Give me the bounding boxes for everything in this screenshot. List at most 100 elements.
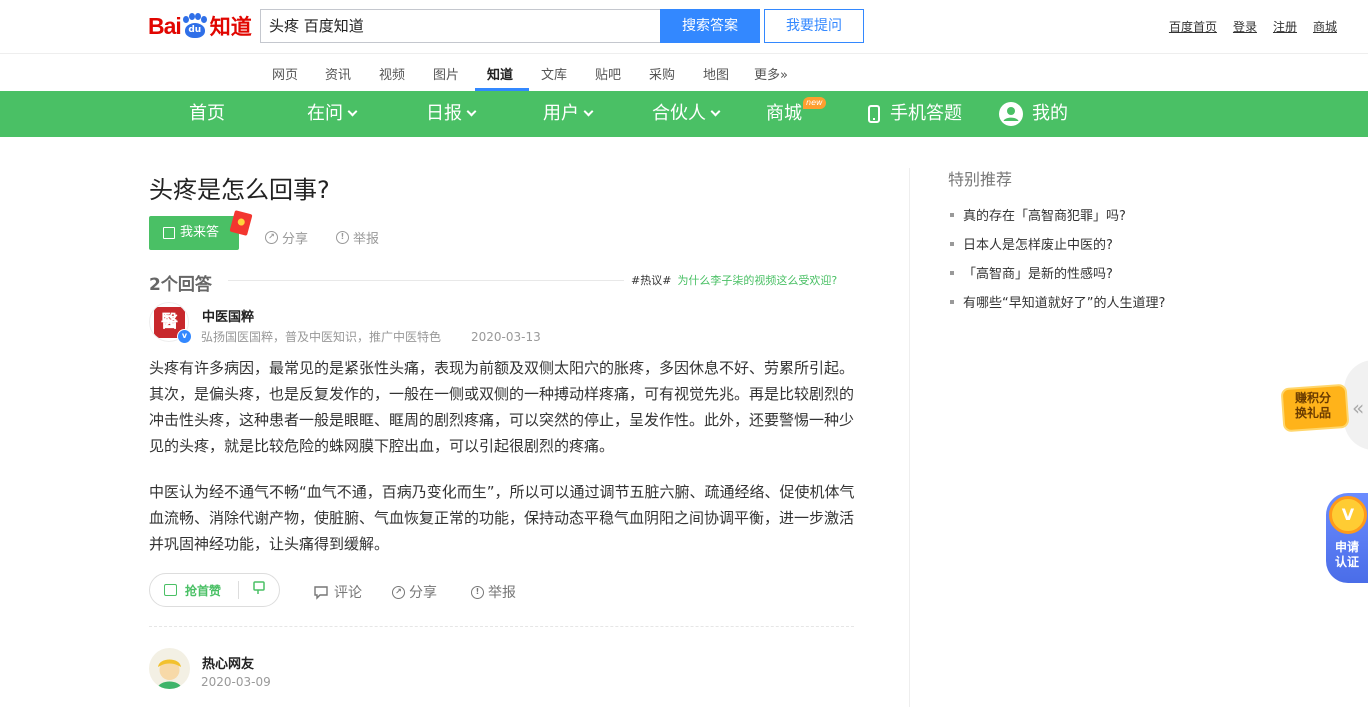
recommend-item-label: 「高智商」是新的性感吗? [963, 267, 1113, 282]
chevron-down-icon [347, 106, 358, 117]
channel-tieba[interactable]: 贴吧 [595, 64, 621, 83]
phone-icon [868, 105, 880, 123]
channel-image[interactable]: 图片 [433, 64, 459, 83]
search-button[interactable]: 搜索答案 [660, 9, 760, 43]
chevron-down-icon [583, 106, 594, 117]
answer-share-button[interactable]: ↗ 分享 [392, 582, 437, 602]
nav-daily-label: 日报 [426, 103, 462, 124]
nav-user[interactable]: 用户 [543, 91, 594, 137]
channel-nav: 网页 资讯 视频 图片 知道 文库 贴吧 采购 地图 更多» [0, 54, 1368, 91]
red-envelope-icon [229, 210, 253, 236]
answer-report-button[interactable]: ! 举报 [471, 582, 516, 602]
comment-button[interactable]: 评论 [313, 582, 362, 602]
chevron-down-icon [710, 106, 721, 117]
answer-divider [149, 626, 854, 627]
recommend-item[interactable]: 「高智商」是新的性感吗? [950, 263, 1113, 282]
answer-paragraph: 中医认为经不通气不畅“血气不通，百病乃变化而生”，所以可以通过调节五脏六腑、疏通… [149, 483, 855, 553]
answer-author[interactable]: 中医国粹 [202, 306, 254, 325]
recommend-item[interactable]: 真的存在「高智商犯罪」吗? [950, 205, 1126, 224]
report-icon: ! [336, 231, 349, 244]
thumbs-up-icon [164, 584, 177, 596]
earn-points-line2: 换礼品 [1295, 406, 1332, 420]
logo-du-text: du [184, 23, 205, 38]
comment-label: 评论 [334, 585, 362, 601]
question-report-label: 举报 [353, 232, 380, 247]
new-badge: new [803, 97, 826, 109]
nav-asking[interactable]: 在问 [307, 91, 358, 137]
link-mall[interactable]: 商城 [1313, 18, 1337, 35]
vote-control: 抢首赞 [149, 573, 280, 607]
recommend-item[interactable]: 有哪些“早知道就好了”的人生道理? [950, 292, 1165, 311]
recommend-item-label: 有哪些“早知道就好了”的人生道理? [963, 296, 1166, 311]
answer-report-label: 举报 [488, 585, 516, 601]
sidebar-divider [909, 168, 910, 707]
ask-question-button[interactable]: 我要提问 [764, 9, 864, 43]
hot-topic[interactable]: #热议# 为什么李子柒的视频这么受欢迎? [631, 272, 837, 288]
question-title: 头疼是怎么回事? [149, 176, 330, 204]
report-icon: ! [471, 585, 484, 599]
logo-bai-text: Bai [148, 12, 182, 39]
nav-mall-label: 商城 [766, 103, 802, 124]
nav-mine[interactable]: 我的 [999, 91, 1068, 137]
earn-points-label: 赚积分 换礼品 [1295, 391, 1331, 421]
channel-more[interactable]: 更多» [754, 64, 788, 83]
channel-wenku[interactable]: 文库 [541, 64, 567, 83]
answer-paragraph: 头疼有许多病因，最常见的是紧张性头痛，表现为前额及双侧太阳穴的胀疼，多因休息不好… [149, 359, 855, 455]
double-chevron-left-icon[interactable]: « [1352, 396, 1364, 420]
question-share[interactable]: ↗ 分享 [265, 228, 308, 247]
dislike-button[interactable] [239, 581, 279, 599]
baidu-zhidao-logo[interactable]: Bai du 知道 [148, 8, 252, 44]
link-login[interactable]: 登录 [1233, 18, 1257, 35]
channel-web[interactable]: 网页 [272, 64, 298, 83]
hot-topic-question[interactable]: 为什么李子柒的视频这么受欢迎? [677, 274, 837, 287]
answer-date: 2020-03-09 [201, 675, 271, 689]
share-icon: ↗ [392, 585, 405, 599]
link-register[interactable]: 注册 [1273, 18, 1297, 35]
like-button[interactable]: 抢首赞 [150, 582, 238, 599]
nav-mobile-answer[interactable]: 手机答题 [868, 91, 962, 137]
answer-button-label: 我来答 [180, 225, 220, 240]
recommend-item[interactable]: 日本人是怎样废止中医的? [950, 234, 1113, 253]
edit-icon [163, 227, 175, 239]
nav-mall[interactable]: 商城 [766, 91, 802, 137]
nav-daily[interactable]: 日报 [426, 91, 477, 137]
answer-author[interactable]: 热心网友 [202, 653, 254, 672]
chevron-down-icon [466, 106, 477, 117]
answer-date: 2020-03-13 [471, 330, 541, 344]
recommend-item-label: 真的存在「高智商犯罪」吗? [963, 209, 1126, 224]
answer-count: 2个回答 [149, 275, 212, 295]
header-divider [228, 280, 624, 281]
user-icon [999, 102, 1023, 126]
bullet-icon [950, 270, 954, 275]
channel-zhidao[interactable]: 知道 [487, 64, 513, 83]
channel-purchase[interactable]: 采购 [649, 64, 675, 83]
certification-line1: 申请 [1335, 540, 1360, 554]
thumbs-down-icon [253, 581, 265, 594]
top-bar: Bai du 知道 头疼 百度知道 搜索答案 我要提问 百度首页 登录 注册 商… [0, 0, 1368, 54]
channel-news[interactable]: 资讯 [325, 64, 351, 83]
avatar[interactable] [149, 648, 190, 689]
apply-certification-widget[interactable]: V 申请 认证 [1326, 493, 1368, 583]
certification-line2: 认证 [1335, 555, 1360, 569]
answer-button[interactable]: 我来答 [149, 216, 239, 250]
top-links: 百度首页 登录 注册 商城 [1169, 18, 1337, 35]
nav-partner[interactable]: 合伙人 [652, 91, 721, 137]
nav-home[interactable]: 首页 [189, 91, 225, 137]
bullet-icon [950, 299, 954, 304]
like-label: 抢首赞 [185, 583, 222, 598]
channel-video[interactable]: 视频 [379, 64, 405, 83]
answer-author-meta: 弘扬国医国粹，普及中医知识，推广中医特色 2020-03-13 [201, 328, 541, 345]
recommend-item-label: 日本人是怎样废止中医的? [963, 238, 1113, 253]
hot-topic-tag: #热议# [631, 274, 672, 287]
question-report[interactable]: ! 举报 [336, 228, 379, 247]
nav-mine-label: 我的 [1032, 103, 1068, 124]
nav-asking-label: 在问 [307, 103, 343, 124]
search-input[interactable]: 头疼 百度知道 [260, 9, 661, 43]
certification-label: 申请 认证 [1335, 540, 1359, 570]
nav-mobile-label: 手机答题 [890, 103, 962, 124]
v-coin-icon: V [1329, 496, 1367, 534]
channel-map[interactable]: 地图 [703, 64, 729, 83]
link-baidu-home[interactable]: 百度首页 [1169, 18, 1217, 35]
paw-icon: du [182, 13, 208, 39]
earn-points-widget[interactable]: 赚积分 换礼品 [1279, 383, 1351, 433]
